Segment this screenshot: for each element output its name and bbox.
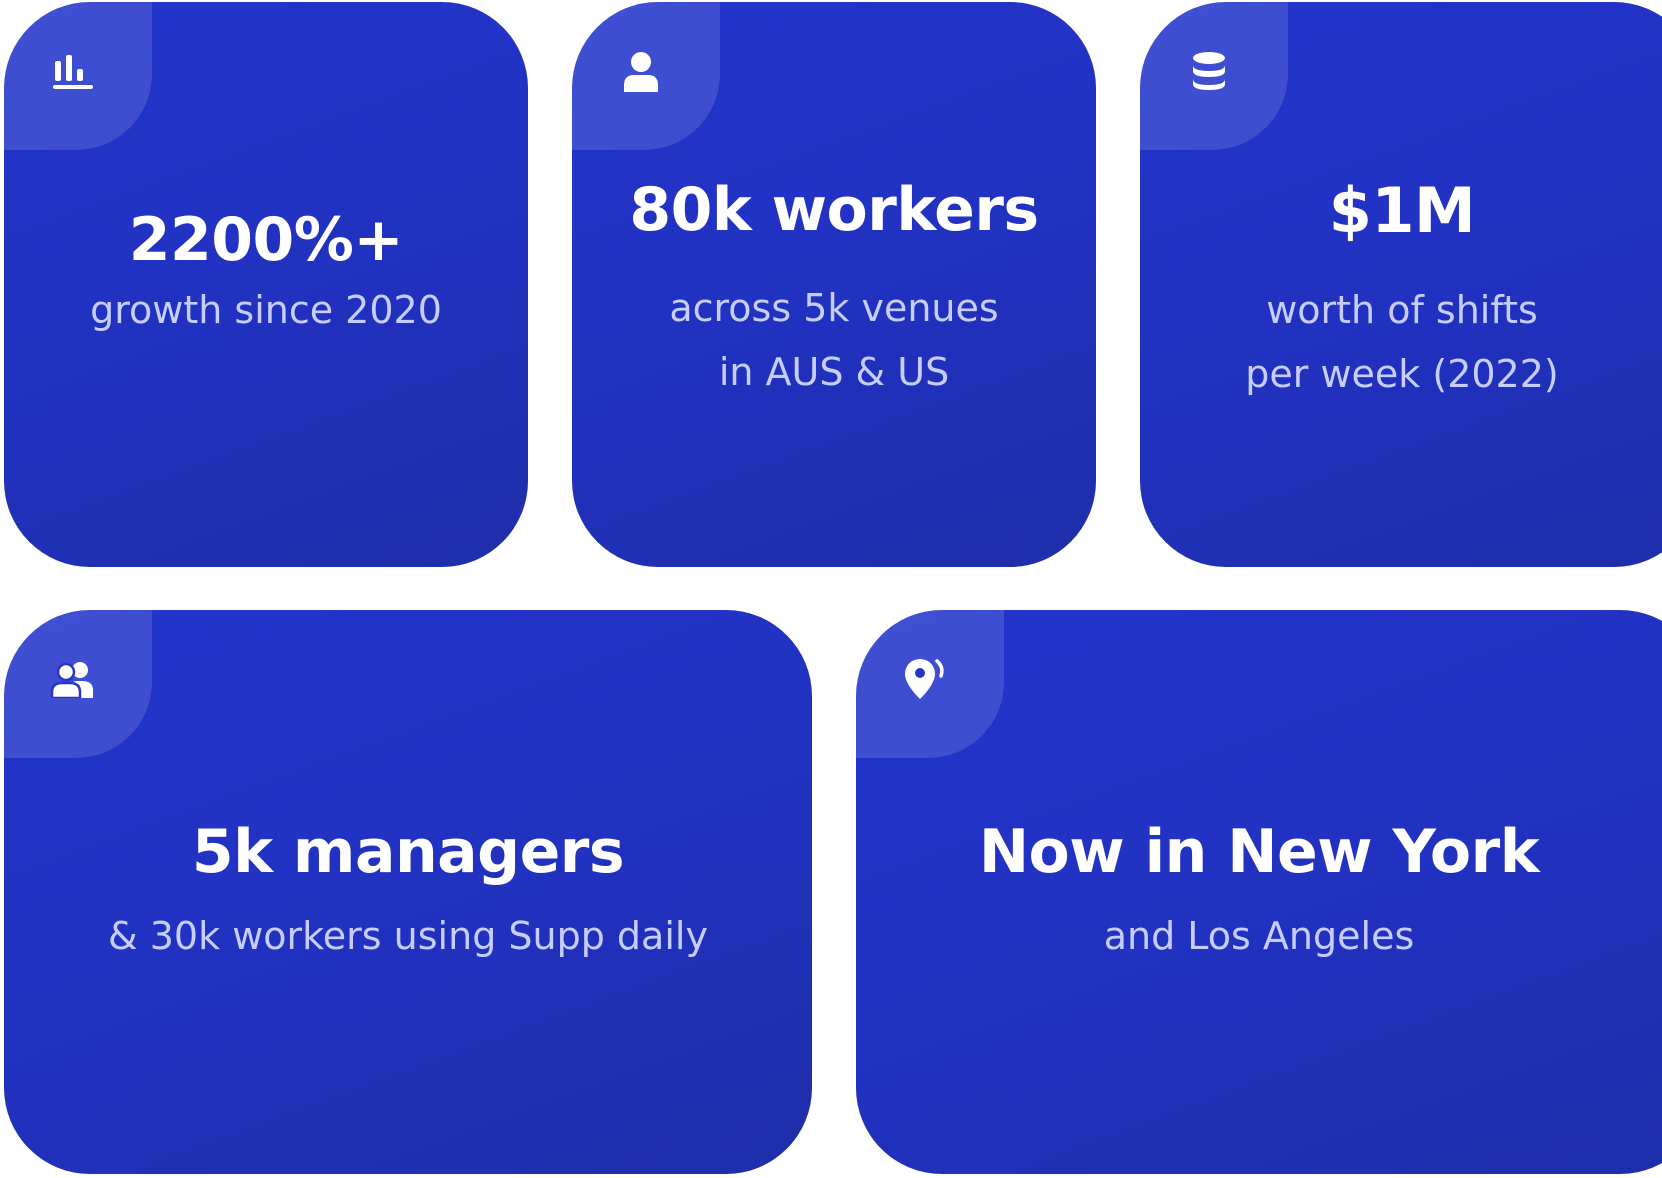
- stat-subtext-line: growth since 2020: [90, 288, 442, 332]
- stat-subtext-line: and Los Angeles: [1103, 914, 1415, 958]
- user-icon: [618, 48, 664, 94]
- coins-stack-icon: [1186, 48, 1232, 94]
- stat-card-workers: 80k workers across 5k venues in AUS & US: [572, 2, 1096, 567]
- stat-subtext-line: across 5k venues: [669, 286, 999, 330]
- location-pin-icon: [902, 656, 948, 702]
- bar-chart-icon: [50, 48, 96, 94]
- stat-subtext-line: per week (2022): [1245, 352, 1559, 396]
- stat-subtext-line: in AUS & US: [718, 350, 950, 394]
- card-content: 5k managers & 30k workers using Supp dai…: [4, 822, 812, 968]
- stat-card-locations: Now in New York and Los Angeles: [856, 610, 1662, 1174]
- card-content: $1M worth of shifts per week (2022): [1140, 180, 1662, 406]
- stat-card-managers: 5k managers & 30k workers using Supp dai…: [4, 610, 812, 1174]
- stat-subtext-line: & 30k workers using Supp daily: [108, 914, 708, 958]
- stat-subtext-line: worth of shifts: [1266, 288, 1538, 332]
- card-content: 80k workers across 5k venues in AUS & US: [572, 180, 1096, 404]
- users-icon: [50, 656, 96, 702]
- stat-headline: 2200%+: [128, 205, 404, 275]
- card-content: 2200%+ growth since 2020: [4, 210, 528, 342]
- card-content: Now in New York and Los Angeles: [856, 822, 1662, 968]
- stat-headline: Now in New York: [978, 817, 1540, 887]
- stat-card-shifts: $1M worth of shifts per week (2022): [1140, 2, 1662, 567]
- stat-headline: 5k managers: [191, 817, 625, 887]
- stat-card-growth: 2200%+ growth since 2020: [4, 2, 528, 567]
- stat-headline: 80k workers: [629, 175, 1039, 245]
- stat-headline: $1M: [1328, 174, 1476, 247]
